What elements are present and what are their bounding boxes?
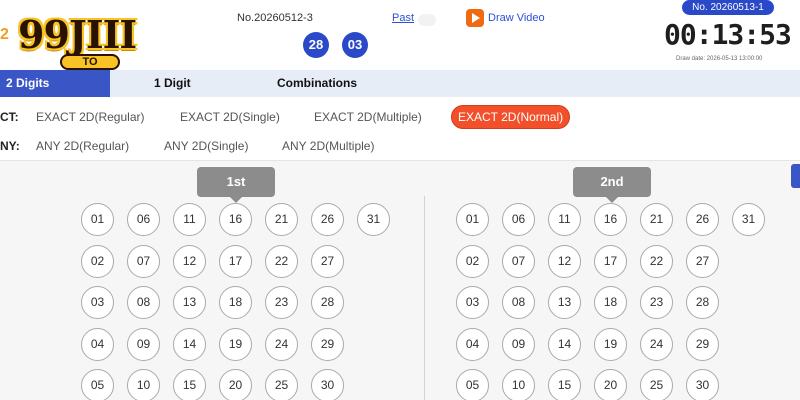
- section-label-2nd: 2nd: [573, 167, 651, 203]
- number-ball[interactable]: 27: [686, 244, 719, 278]
- past-toggle[interactable]: [418, 14, 436, 26]
- number-ball[interactable]: 30: [311, 369, 344, 400]
- number-ball[interactable]: 15: [173, 369, 206, 400]
- number-ball[interactable]: 19: [219, 327, 252, 361]
- number-ball[interactable]: 17: [594, 244, 627, 278]
- option-exact-2d-multiple[interactable]: EXACT 2D(Multiple): [314, 110, 422, 124]
- draw-video-label: Draw Video: [488, 12, 545, 24]
- number-ball[interactable]: 20: [219, 369, 252, 400]
- number-ball[interactable]: 09: [502, 327, 535, 361]
- countdown-timer: 00:13:53: [664, 18, 792, 51]
- number-ball[interactable]: 14: [173, 327, 206, 361]
- option-exact-2d-single[interactable]: EXACT 2D(Single): [180, 110, 280, 124]
- number-ball[interactable]: 13: [173, 286, 206, 319]
- number-ball[interactable]: 11: [548, 203, 581, 236]
- number-ball[interactable]: 24: [265, 327, 298, 361]
- number-ball[interactable]: 28: [311, 286, 344, 319]
- number-ball[interactable]: 25: [640, 369, 673, 400]
- exact-row-label: CT:: [0, 110, 19, 124]
- draw-date: Draw date: 2026-05-13 13:00:00: [676, 56, 763, 62]
- any-bet-row: NY: ANY 2D(Regular) ANY 2D(Single) ANY 2…: [0, 131, 800, 161]
- number-ball[interactable]: 10: [127, 369, 160, 400]
- number-ball[interactable]: 11: [173, 203, 206, 236]
- next-draw-number: No. 20260513-1: [682, 0, 774, 15]
- number-ball[interactable]: 04: [81, 327, 114, 361]
- number-ball[interactable]: 02: [456, 244, 489, 278]
- logo-sub: TO: [60, 54, 120, 70]
- number-ball[interactable]: 12: [173, 244, 206, 278]
- number-ball[interactable]: 08: [502, 286, 535, 319]
- tab-combinations[interactable]: Combinations: [277, 70, 357, 97]
- section-divider: [424, 196, 425, 400]
- option-exact-2d-regular[interactable]: EXACT 2D(Regular): [36, 110, 144, 124]
- number-ball[interactable]: 01: [81, 203, 114, 236]
- number-ball[interactable]: 26: [686, 203, 719, 236]
- number-ball[interactable]: 03: [456, 286, 489, 319]
- number-ball[interactable]: 21: [640, 203, 673, 236]
- number-ball[interactable]: 07: [502, 244, 535, 278]
- number-ball[interactable]: 03: [81, 286, 114, 319]
- number-ball[interactable]: 24: [640, 327, 673, 361]
- number-ball[interactable]: 08: [127, 286, 160, 319]
- previous-draw-number: No.20260512-3: [237, 12, 313, 24]
- any-row-label: NY:: [0, 139, 20, 153]
- number-ball[interactable]: 18: [219, 286, 252, 319]
- number-ball[interactable]: 17: [219, 244, 252, 278]
- number-ball[interactable]: 12: [548, 244, 581, 278]
- section-label-1st: 1st: [197, 167, 275, 203]
- header: 2 99JIII TO No.20260512-3 Past 28 03 Dra…: [0, 0, 800, 70]
- number-ball[interactable]: 22: [640, 244, 673, 278]
- number-ball[interactable]: 05: [81, 369, 114, 400]
- number-ball[interactable]: 31: [357, 203, 390, 236]
- number-ball[interactable]: 20: [594, 369, 627, 400]
- number-ball[interactable]: 18: [594, 286, 627, 319]
- option-any-2d-single[interactable]: ANY 2D(Single): [164, 139, 248, 153]
- number-ball[interactable]: 13: [548, 286, 581, 319]
- number-ball[interactable]: 31: [732, 203, 765, 236]
- number-ball[interactable]: 30: [686, 369, 719, 400]
- number-ball[interactable]: 02: [81, 244, 114, 278]
- number-ball[interactable]: 29: [311, 327, 344, 361]
- number-ball[interactable]: 01: [456, 203, 489, 236]
- logo[interactable]: 2 99JIII TO: [0, 12, 150, 70]
- number-ball[interactable]: 23: [640, 286, 673, 319]
- result-ball: 28: [303, 32, 329, 58]
- number-ball[interactable]: 04: [456, 327, 489, 361]
- tab-1-digit[interactable]: 1 Digit: [154, 70, 191, 97]
- tab-2-digits[interactable]: 2 Digits: [0, 70, 110, 97]
- number-ball[interactable]: 25: [265, 369, 298, 400]
- number-ball[interactable]: 14: [548, 327, 581, 361]
- number-ball[interactable]: 29: [686, 327, 719, 361]
- option-exact-2d-normal[interactable]: EXACT 2D(Normal): [451, 105, 571, 129]
- exact-bet-row: CT: EXACT 2D(Regular) EXACT 2D(Single) E…: [0, 102, 800, 132]
- number-ball[interactable]: 07: [127, 244, 160, 278]
- option-any-2d-regular[interactable]: ANY 2D(Regular): [36, 139, 129, 153]
- logo-text: 99JIII: [18, 12, 137, 57]
- number-ball[interactable]: 16: [219, 203, 252, 236]
- result-ball: 03: [342, 32, 368, 58]
- number-ball[interactable]: 21: [265, 203, 298, 236]
- game-tabs: 2 Digits 1 Digit Combinations: [0, 70, 800, 97]
- number-ball[interactable]: 06: [127, 203, 160, 236]
- number-ball[interactable]: 27: [311, 244, 344, 278]
- number-ball[interactable]: 22: [265, 244, 298, 278]
- number-ball[interactable]: 28: [686, 286, 719, 319]
- side-panel-handle[interactable]: [791, 164, 800, 188]
- logo-prefix: 2: [0, 26, 9, 43]
- number-grid-area: 1st 2nd 01 06 11 16 21 26 31 02 07 12 17 22 27 03 08 13…: [0, 161, 800, 400]
- number-ball[interactable]: 15: [548, 369, 581, 400]
- number-ball[interactable]: 16: [594, 203, 627, 236]
- number-ball[interactable]: 06: [502, 203, 535, 236]
- number-ball[interactable]: 26: [311, 203, 344, 236]
- number-ball[interactable]: 19: [594, 327, 627, 361]
- number-ball[interactable]: 05: [456, 369, 489, 400]
- number-ball[interactable]: 09: [127, 327, 160, 361]
- option-any-2d-multiple[interactable]: ANY 2D(Multiple): [282, 139, 374, 153]
- number-ball[interactable]: 23: [265, 286, 298, 319]
- past-link[interactable]: Past: [392, 12, 414, 24]
- number-ball[interactable]: 10: [502, 369, 535, 400]
- play-video-icon: [466, 9, 484, 27]
